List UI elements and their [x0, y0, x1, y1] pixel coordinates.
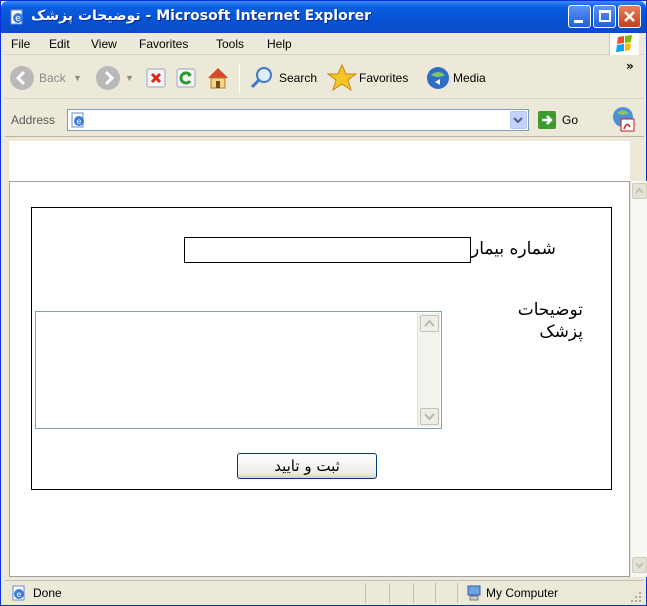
status-pane-divider — [413, 583, 414, 603]
submit-button[interactable]: ثبت و تایید — [237, 453, 377, 479]
go-arrow-icon[interactable] — [537, 110, 557, 130]
page-done-icon: e — [12, 585, 25, 601]
svg-text:e: e — [15, 14, 21, 24]
computer-zone-icon — [467, 585, 481, 601]
search-button-label[interactable]: Search — [279, 71, 317, 85]
back-arrow-icon[interactable] — [9, 65, 35, 91]
media-button-label[interactable]: Media — [453, 71, 486, 85]
status-pane-divider — [457, 583, 458, 603]
go-button-label[interactable]: Go — [562, 113, 578, 127]
scroll-down-button[interactable] — [632, 557, 647, 573]
resize-grip-icon[interactable] — [629, 590, 642, 603]
media-icon[interactable] — [425, 65, 451, 91]
maximize-icon — [599, 10, 611, 22]
menu-edit[interactable]: Edit — [49, 37, 70, 51]
patient-number-label: شماره بیمار — [471, 239, 556, 259]
textarea-scroll-down[interactable] — [420, 408, 439, 425]
toolbar-separator — [239, 63, 240, 93]
menu-tools[interactable]: Tools — [216, 37, 244, 51]
menu-bar: File Edit View Favorites Tools Help — [5, 33, 644, 55]
standard-toolbar: Back ▼ ▼ Search Favorites Media » — [5, 57, 644, 99]
svg-text:e: e — [77, 117, 82, 126]
home-icon[interactable] — [205, 65, 231, 91]
page-icon: e — [71, 112, 84, 128]
address-dropdown-button[interactable] — [510, 111, 527, 129]
status-bar: e Done My Computer — [5, 580, 644, 605]
windows-logo — [609, 33, 639, 55]
status-text: Done — [33, 586, 62, 600]
status-pane-divider — [435, 583, 436, 603]
minimize-icon — [574, 20, 583, 23]
pdf-icon[interactable] — [609, 105, 637, 133]
minimize-button[interactable] — [568, 5, 591, 28]
address-label: Address — [11, 113, 56, 127]
forward-arrow-icon[interactable] — [95, 65, 121, 91]
security-zone-label: My Computer — [486, 586, 559, 600]
back-button-label[interactable]: Back — [39, 71, 66, 85]
status-pane-divider — [389, 583, 390, 603]
stop-icon[interactable] — [145, 67, 167, 89]
toolbar-overflow-chevron[interactable]: » — [626, 59, 634, 73]
search-icon[interactable] — [249, 65, 275, 91]
address-input[interactable]: e — [67, 109, 529, 131]
menu-favorites[interactable]: Favorites — [139, 37, 188, 51]
menu-file[interactable]: File — [11, 37, 30, 51]
windows-flag-icon — [616, 35, 632, 52]
close-button[interactable] — [618, 5, 641, 28]
back-dropdown-icon[interactable]: ▼ — [73, 73, 82, 83]
chevron-up-icon — [424, 319, 435, 327]
status-pane-divider — [365, 583, 366, 603]
close-icon — [624, 11, 635, 22]
address-bar: Address e Go — [5, 101, 644, 137]
scroll-up-button[interactable] — [632, 183, 647, 199]
textarea-scroll-up[interactable] — [420, 315, 439, 332]
forward-dropdown-icon[interactable]: ▼ — [125, 73, 134, 83]
maximize-button[interactable] — [593, 5, 616, 28]
favorites-button-label[interactable]: Favorites — [359, 71, 408, 85]
chevron-down-icon — [424, 413, 435, 421]
description-textarea[interactable] — [35, 311, 442, 429]
textarea-scrollbar[interactable] — [417, 313, 440, 427]
chevron-down-icon — [635, 562, 644, 569]
menu-help[interactable]: Help — [267, 37, 292, 51]
title-bar[interactable]: e توضیحات پزشک - Microsoft Internet Expl… — [1, 1, 646, 33]
favorites-star-icon[interactable] — [327, 63, 357, 91]
patient-number-input[interactable] — [184, 237, 471, 263]
window-title: توضیحات پزشک - Microsoft Internet Explor… — [31, 8, 371, 24]
menu-view[interactable]: View — [91, 37, 117, 51]
svg-text:e: e — [17, 590, 22, 599]
ie-page-icon: e — [10, 9, 23, 25]
refresh-icon[interactable] — [175, 67, 197, 89]
description-label: توضیحات پزشک — [517, 300, 583, 342]
chevron-down-icon — [513, 117, 523, 124]
page-scrollbar[interactable] — [630, 181, 647, 577]
chevron-up-icon — [635, 187, 644, 194]
browser-window: e توضیحات پزشک - Microsoft Internet Expl… — [0, 0, 647, 606]
content-top — [9, 141, 630, 181]
